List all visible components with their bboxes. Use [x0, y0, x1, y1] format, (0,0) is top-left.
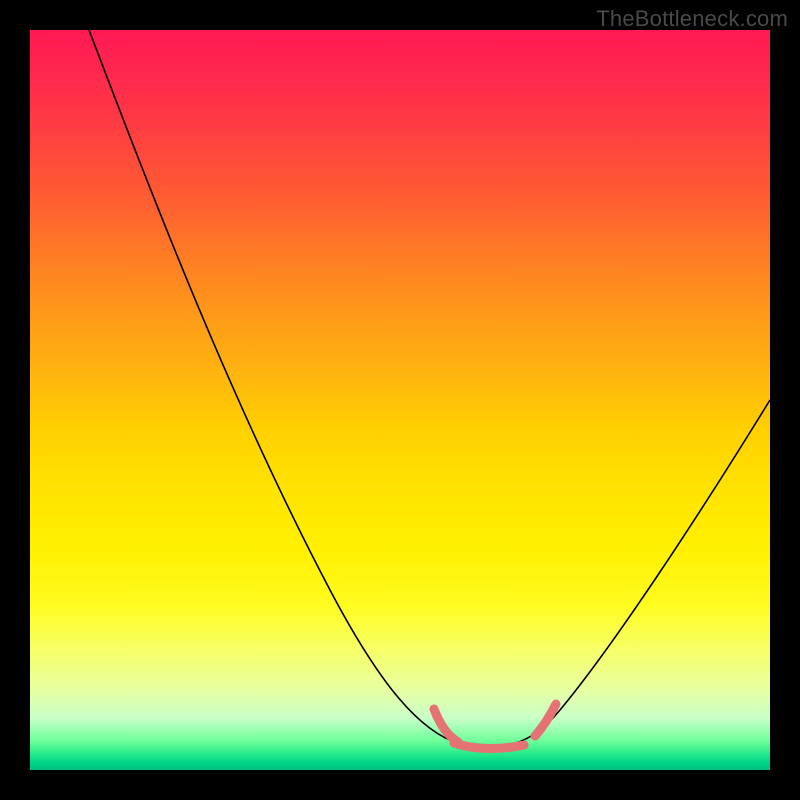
- highlight-right: [535, 704, 556, 736]
- highlight-bottom: [454, 743, 524, 749]
- highlight-left: [434, 709, 458, 742]
- plot-area: [30, 30, 770, 770]
- chart-frame: TheBottleneck.com: [0, 0, 800, 800]
- watermark-text: TheBottleneck.com: [596, 6, 788, 32]
- curve-svg: [30, 30, 770, 770]
- bottleneck-curve: [89, 30, 770, 747]
